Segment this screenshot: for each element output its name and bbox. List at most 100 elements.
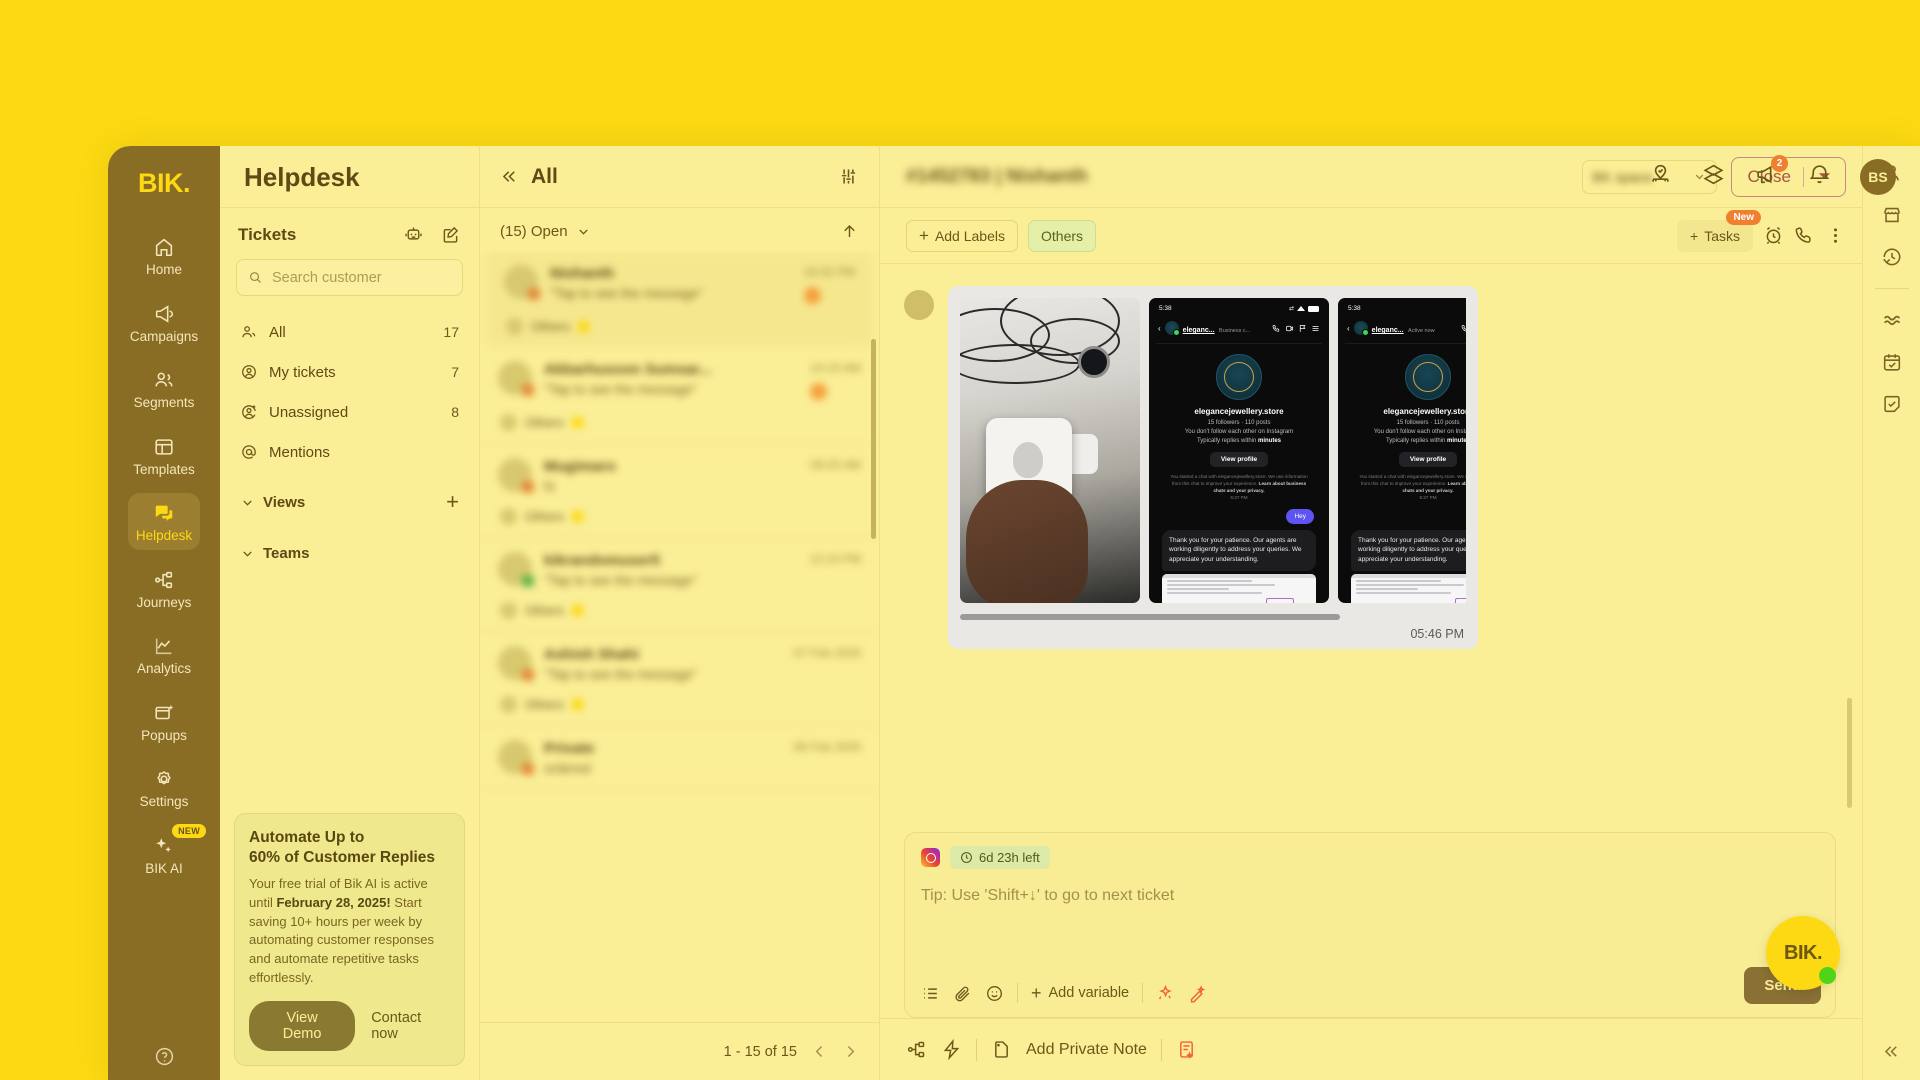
search-icon [250, 272, 261, 283]
section-views[interactable]: Views + [230, 478, 469, 526]
history-icon[interactable] [1881, 246, 1903, 268]
view-demo-button[interactable]: View Demo [249, 1001, 356, 1051]
compose-icon[interactable] [440, 224, 461, 245]
sidebar-item-templates[interactable]: Templates [128, 427, 200, 484]
table-row[interactable]: Ashish Shahi "Tap to see the message" 07… [480, 632, 879, 726]
add-private-note-button[interactable]: Add Private Note [1026, 1041, 1147, 1059]
chevron-left-icon[interactable] [811, 1043, 828, 1060]
gear-icon [157, 771, 171, 785]
bell-icon [1809, 165, 1830, 184]
note-check-icon[interactable] [1881, 393, 1903, 415]
collapse-rail-button[interactable] [1882, 1042, 1901, 1066]
back-icon[interactable]: ‹ [1347, 324, 1350, 333]
add-view-button[interactable]: + [446, 491, 459, 513]
list-format-icon[interactable] [921, 984, 940, 1003]
table-row[interactable]: Private ordered 06 Feb 2025 [480, 726, 879, 789]
sidebar-item-bik-ai[interactable]: NEW BIK AI [128, 823, 206, 883]
attachment-screenshot-2[interactable]: 5:38 ⇄ ‹ eleganc... Active now [1338, 298, 1466, 603]
search-customer-box[interactable] [236, 259, 463, 296]
section-teams[interactable]: Teams [230, 532, 469, 575]
sidebar-item-settings[interactable]: Settings [128, 759, 200, 816]
user-avatar[interactable]: BS [1860, 159, 1896, 195]
sidebar-item-home[interactable]: Home [128, 227, 200, 284]
table-row[interactable]: kikrandomuser5 "Tap to see the message" … [480, 538, 879, 632]
sidebar-item-popups[interactable]: Popups [128, 693, 200, 750]
sidebar-item-campaigns[interactable]: Campaigns [128, 294, 200, 351]
sidebar-item-analytics[interactable]: Analytics [128, 626, 200, 683]
alarm-clock-icon[interactable] [1763, 225, 1784, 246]
tickets-title-row: Tickets [220, 208, 479, 253]
sidebar-item-segments[interactable]: Segments [128, 360, 200, 417]
ticket-tag: Others [531, 319, 571, 334]
chevron-down-icon[interactable] [576, 224, 591, 239]
ticket-preview: "Tap to see the message" [544, 667, 697, 682]
conversation-panel: #1452783 | Nishanth BK space Close + Add… [880, 146, 1862, 1080]
composer-body[interactable]: Tip: Use 'Shift+↓' to go to next ticket [905, 869, 1835, 983]
back-icon[interactable]: ‹ [1158, 324, 1161, 333]
sidebar-item-helpdesk[interactable]: Helpdesk [128, 493, 200, 550]
integrations-button[interactable] [1701, 162, 1726, 192]
nav-item-mentions[interactable]: Mentions [230, 432, 469, 472]
notifications-button[interactable] [1807, 162, 1832, 192]
sidebar-item-journeys[interactable]: Journeys [128, 560, 200, 617]
flow-icon[interactable] [906, 1039, 927, 1060]
table-row[interactable]: Nishanth "Tap to see the message" 16:42 … [486, 251, 873, 347]
nav-item-unassigned[interactable]: Unassigned 8 [230, 392, 469, 432]
add-variable-button[interactable]: + Add variable [1031, 984, 1129, 1002]
lightning-icon[interactable] [941, 1039, 962, 1060]
gallery-scrollbar[interactable] [960, 614, 1340, 620]
ticket-customer-name: Akbarhusoon Sumsar... [544, 361, 712, 378]
more-vertical-icon[interactable] [1825, 225, 1846, 246]
ticket-status-filter-row: (15) Open [480, 208, 879, 251]
ig-reply-note: Typically replies within minutes [1162, 438, 1316, 444]
chart-line-icon [155, 638, 172, 655]
ig-follow-note: You don't follow each other on Instagram [1184, 429, 1294, 435]
ticket-preview: ordered [544, 761, 591, 776]
attachment-screenshot-1[interactable]: 5:38 ⇄ ‹ eleganc... Business c... elegan… [1149, 298, 1329, 603]
phone-icon[interactable] [1794, 225, 1815, 246]
arrow-up-icon[interactable] [840, 222, 859, 241]
attachment-photo[interactable] [960, 298, 1140, 603]
ticket-tag: Others [525, 697, 565, 712]
attachment-icon[interactable] [953, 984, 972, 1003]
ai-rewrite-icon[interactable] [1188, 984, 1207, 1003]
nav-item-my-tickets[interactable]: My tickets 7 [230, 352, 469, 392]
nav-count: 8 [451, 404, 459, 420]
contact-now-link[interactable]: Contact now [371, 1010, 450, 1042]
unread-indicator [810, 383, 828, 400]
chevron-right-icon[interactable] [842, 1043, 859, 1060]
nav-item-all[interactable]: All 17 [230, 312, 469, 352]
nav-label: All [269, 323, 286, 341]
bik-logo[interactable]: BIK. [138, 168, 191, 199]
tasks-button[interactable]: New + Tasks [1677, 209, 1761, 252]
sidebar-label: Campaigns [129, 328, 199, 344]
orders-button[interactable] [1648, 162, 1673, 192]
ticket-tag: Others [525, 415, 565, 430]
emoji-icon[interactable] [985, 984, 1004, 1003]
online-status-dot [1819, 967, 1836, 984]
main-sidebar: BIK. Home Campaigns Segments Templates H… [108, 146, 220, 1080]
announcements-button[interactable]: 2 [1754, 155, 1788, 192]
add-labels-button[interactable]: + Add Labels [906, 219, 1018, 252]
bik-chat-widget[interactable]: BIK. [1766, 916, 1840, 990]
note-template-icon[interactable] [1176, 1039, 1197, 1060]
note-plus-icon[interactable] [991, 1039, 1012, 1060]
popup-sparkle-icon [155, 704, 174, 719]
avatar [498, 646, 534, 681]
view-profile-button: View profile [1398, 452, 1458, 467]
magic-wand-icon[interactable] [1156, 984, 1175, 1003]
bot-icon[interactable] [403, 224, 424, 245]
table-row[interactable]: Akbarhusoon Sumsar... "Tap to see the me… [480, 347, 879, 444]
table-row[interactable]: Mugimaro hi 09:20 AM Others [480, 444, 879, 538]
status-filter-label[interactable]: (15) Open [500, 223, 568, 240]
calendar-check-icon[interactable] [1881, 351, 1903, 373]
activity-icon[interactable] [1881, 309, 1903, 331]
sparkle-icon [156, 837, 172, 852]
help-button[interactable] [154, 1046, 175, 1072]
message-list-scrollbar[interactable] [1847, 698, 1852, 808]
ticket-list-scrollbar[interactable] [871, 339, 876, 539]
attachment-gallery[interactable]: 5:38 ⇄ ‹ eleganc... Business c... elegan… [960, 298, 1466, 603]
label-chip-others[interactable]: Others [1028, 219, 1097, 252]
search-input[interactable] [271, 269, 451, 286]
photo-content [960, 298, 1140, 603]
